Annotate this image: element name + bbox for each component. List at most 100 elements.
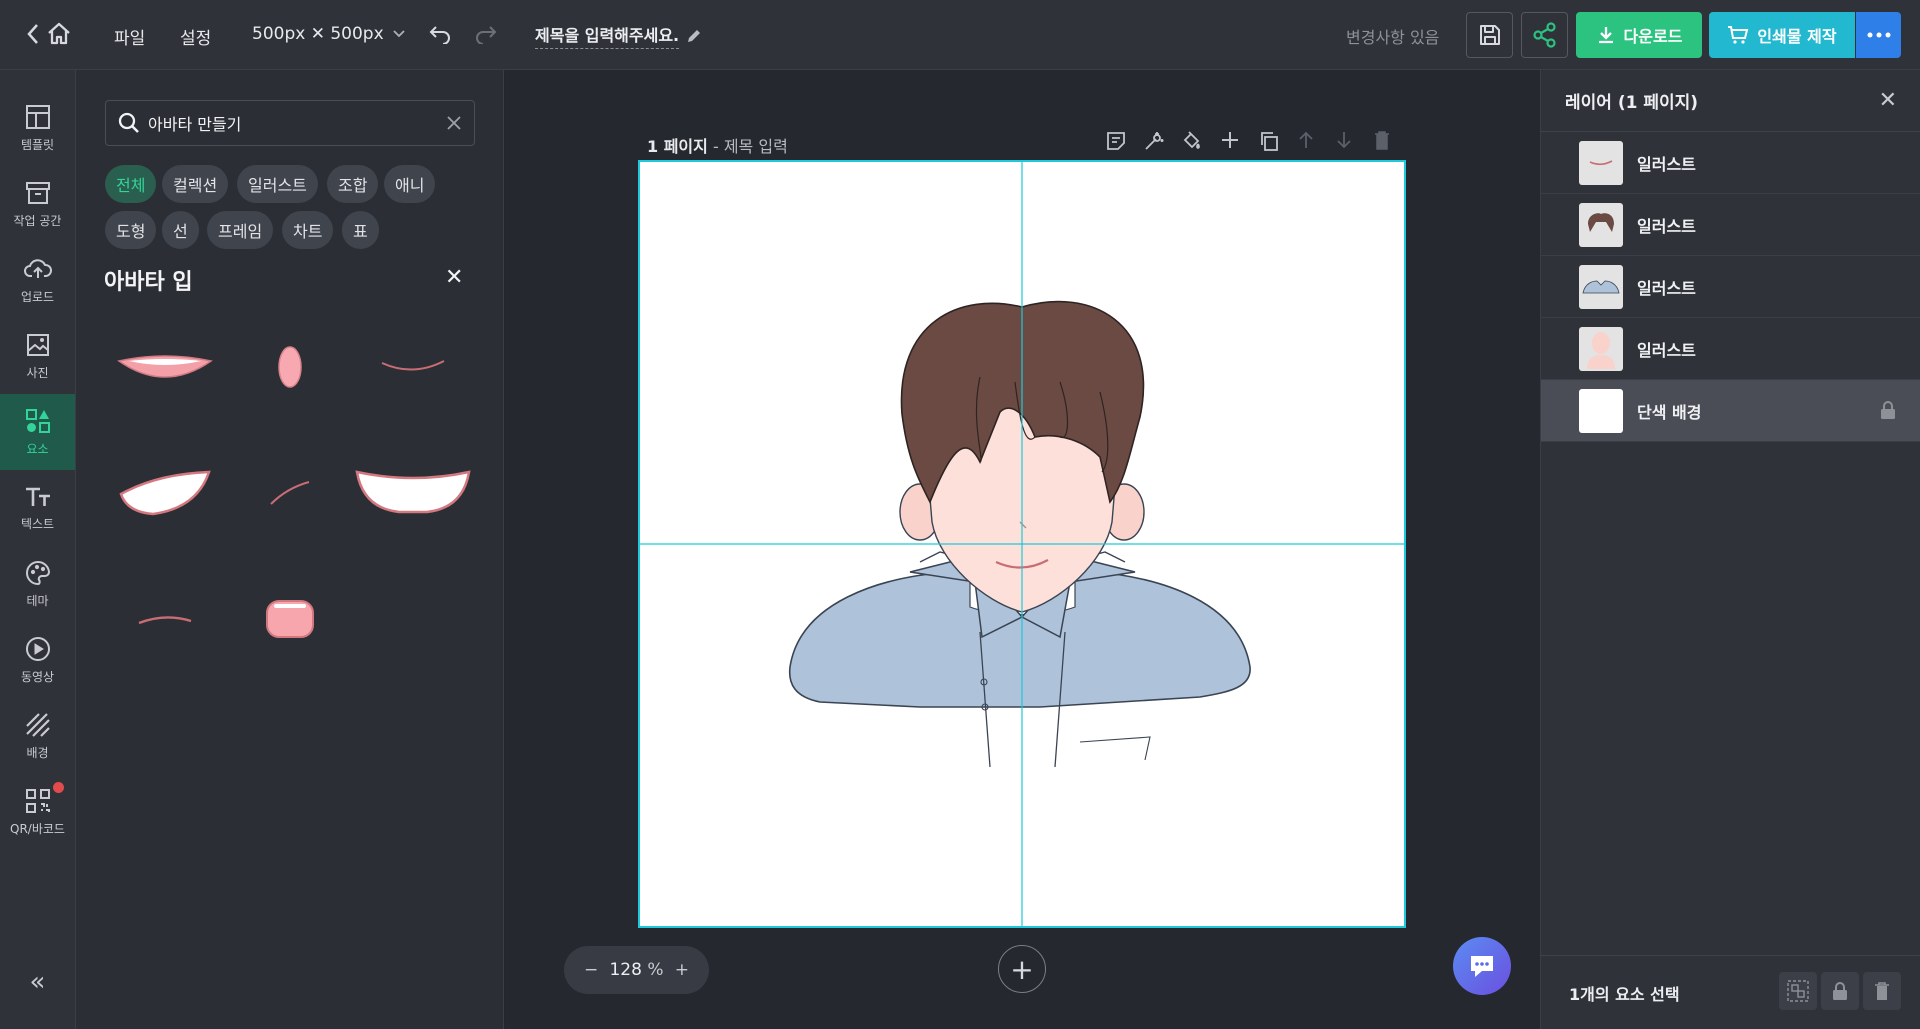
sidebar-rail: 템플릿 작업 공간 업로드 사진 요소 텍스트 테마 동영상 배경 QR/바코드… (0, 70, 76, 1029)
file-menu[interactable]: 파일 (114, 24, 145, 49)
mouth-thumb[interactable] (232, 448, 348, 538)
collapse-sidebar-button[interactable]: « (0, 962, 75, 1002)
mouth-thumb[interactable] (232, 322, 348, 412)
delete-button[interactable] (1863, 972, 1901, 1010)
search-input[interactable]: 아바타 만들기 (148, 111, 438, 135)
chip-all[interactable]: 전체 (105, 165, 157, 203)
duplicate-page-icon[interactable] (1258, 130, 1280, 152)
more-button[interactable] (1856, 12, 1901, 58)
rail-item-elements[interactable]: 요소 (0, 394, 75, 470)
redo-icon[interactable] (474, 24, 498, 44)
rail-item-theme[interactable]: 테마 (0, 546, 75, 622)
close-subcategory-icon[interactable]: ✕ (445, 265, 463, 290)
layer-row[interactable]: 일러스트 (1541, 256, 1920, 318)
rail-label: 템플릿 (20, 137, 55, 152)
mouth-thumb[interactable] (355, 322, 471, 412)
cart-icon (1728, 26, 1749, 44)
rail-item-upload[interactable]: 업로드 (0, 242, 75, 318)
chat-button[interactable] (1453, 937, 1511, 995)
save-button[interactable] (1466, 12, 1513, 58)
zoom-in-icon[interactable]: + (675, 960, 689, 980)
chat-icon (1471, 956, 1493, 977)
rail-item-photo[interactable]: 사진 (0, 318, 75, 394)
qr-icon (25, 788, 50, 813)
add-page-button[interactable]: + (998, 945, 1046, 993)
rail-label: QR/바코드 (10, 821, 65, 836)
delete-page-icon[interactable] (1373, 130, 1391, 150)
layer-row[interactable]: 일러스트 (1541, 132, 1920, 194)
download-button[interactable]: 다운로드 (1576, 12, 1702, 58)
rail-label: 업로드 (20, 289, 55, 304)
rail-item-workspace[interactable]: 작업 공간 (0, 166, 75, 242)
layer-name: 일러스트 (1637, 340, 1696, 360)
trash-icon (1875, 982, 1889, 1000)
page-number: 1 페이지 (647, 137, 708, 156)
palette-icon (25, 560, 50, 585)
mouth-thumb[interactable] (107, 322, 223, 412)
settings-menu[interactable]: 설정 (180, 24, 211, 49)
notification-dot (53, 782, 64, 793)
download-icon (1598, 27, 1613, 44)
layer-name: 단색 배경 (1637, 402, 1702, 422)
mouth-thumb[interactable] (232, 574, 348, 664)
design-canvas[interactable] (638, 160, 1406, 928)
mouth-thumb[interactable] (355, 448, 471, 538)
zoom-value[interactable]: 128 (609, 960, 641, 980)
magic-wand-icon[interactable] (1143, 130, 1165, 152)
clear-search-icon[interactable] (446, 115, 462, 131)
rail-item-qr[interactable]: QR/바코드 (0, 774, 75, 850)
rail-label: 배경 (26, 745, 49, 760)
lock-button[interactable] (1821, 972, 1859, 1010)
chip-anime[interactable]: 애니 (384, 165, 436, 203)
text-icon (25, 487, 50, 506)
layer-row[interactable]: 일러스트 (1541, 318, 1920, 380)
share-button[interactable] (1521, 12, 1568, 58)
paint-bucket-icon[interactable] (1181, 130, 1203, 152)
rail-item-video[interactable]: 동영상 (0, 622, 75, 698)
chip-collection[interactable]: 컬렉션 (162, 165, 229, 203)
layer-name: 일러스트 (1637, 216, 1696, 236)
avatar-illustration[interactable] (640, 162, 1404, 926)
top-toolbar: 파일 설정 500px ✕ 500px 제목을 입력해주세요. 변경사항 있음 … (0, 0, 1920, 70)
rail-label: 요소 (26, 441, 49, 456)
chip-line[interactable]: 선 (162, 211, 199, 249)
chevron-down-icon (393, 30, 405, 38)
layer-row-selected[interactable]: 단색 배경 (1541, 380, 1920, 442)
move-up-icon[interactable] (1297, 130, 1315, 150)
chip-table[interactable]: 표 (342, 211, 379, 249)
chip-shape[interactable]: 도형 (105, 211, 157, 249)
print-button[interactable]: 인쇄물 제작 (1709, 12, 1855, 58)
chip-combo[interactable]: 조합 (327, 165, 379, 203)
undo-icon[interactable] (428, 24, 452, 44)
chip-illust[interactable]: 일러스트 (237, 165, 318, 203)
home-icon[interactable] (46, 22, 72, 46)
page-separator: - (707, 137, 724, 156)
template-icon (25, 104, 50, 129)
rail-item-background[interactable]: 배경 (0, 698, 75, 774)
close-layers-icon[interactable]: ✕ (1879, 88, 1897, 113)
rail-item-text[interactable]: 텍스트 (0, 470, 75, 546)
chip-frame[interactable]: 프레임 (207, 211, 274, 249)
group-button[interactable] (1779, 972, 1817, 1010)
layer-row[interactable]: 일러스트 (1541, 194, 1920, 256)
move-down-icon[interactable] (1335, 130, 1353, 150)
rail-label: 테마 (26, 593, 49, 608)
elements-panel: 아바타 만들기 전체 컬렉션 일러스트 조합 애니 도형 선 프레임 차트 표 … (76, 70, 504, 1029)
mouth-thumb[interactable] (107, 448, 223, 538)
group-icon (1787, 980, 1809, 1002)
layer-name: 일러스트 (1637, 278, 1696, 298)
page-title-input[interactable]: 제목 입력 (724, 137, 788, 156)
zoom-out-icon[interactable]: − (584, 960, 598, 980)
document-title[interactable]: 제목을 입력해주세요. (535, 22, 703, 49)
pencil-icon[interactable] (685, 27, 703, 45)
chip-chart[interactable]: 차트 (282, 211, 334, 249)
search-box[interactable]: 아바타 만들기 (105, 100, 475, 146)
page-memo-icon[interactable] (1105, 130, 1127, 152)
mouth-thumb[interactable] (107, 574, 223, 664)
rail-label: 작업 공간 (13, 213, 62, 228)
lock-icon[interactable] (1879, 400, 1897, 420)
back-icon[interactable] (26, 22, 40, 46)
rail-item-template[interactable]: 템플릿 (0, 90, 75, 166)
size-dropdown[interactable]: 500px ✕ 500px (252, 24, 406, 44)
add-element-icon[interactable] (1220, 130, 1240, 150)
